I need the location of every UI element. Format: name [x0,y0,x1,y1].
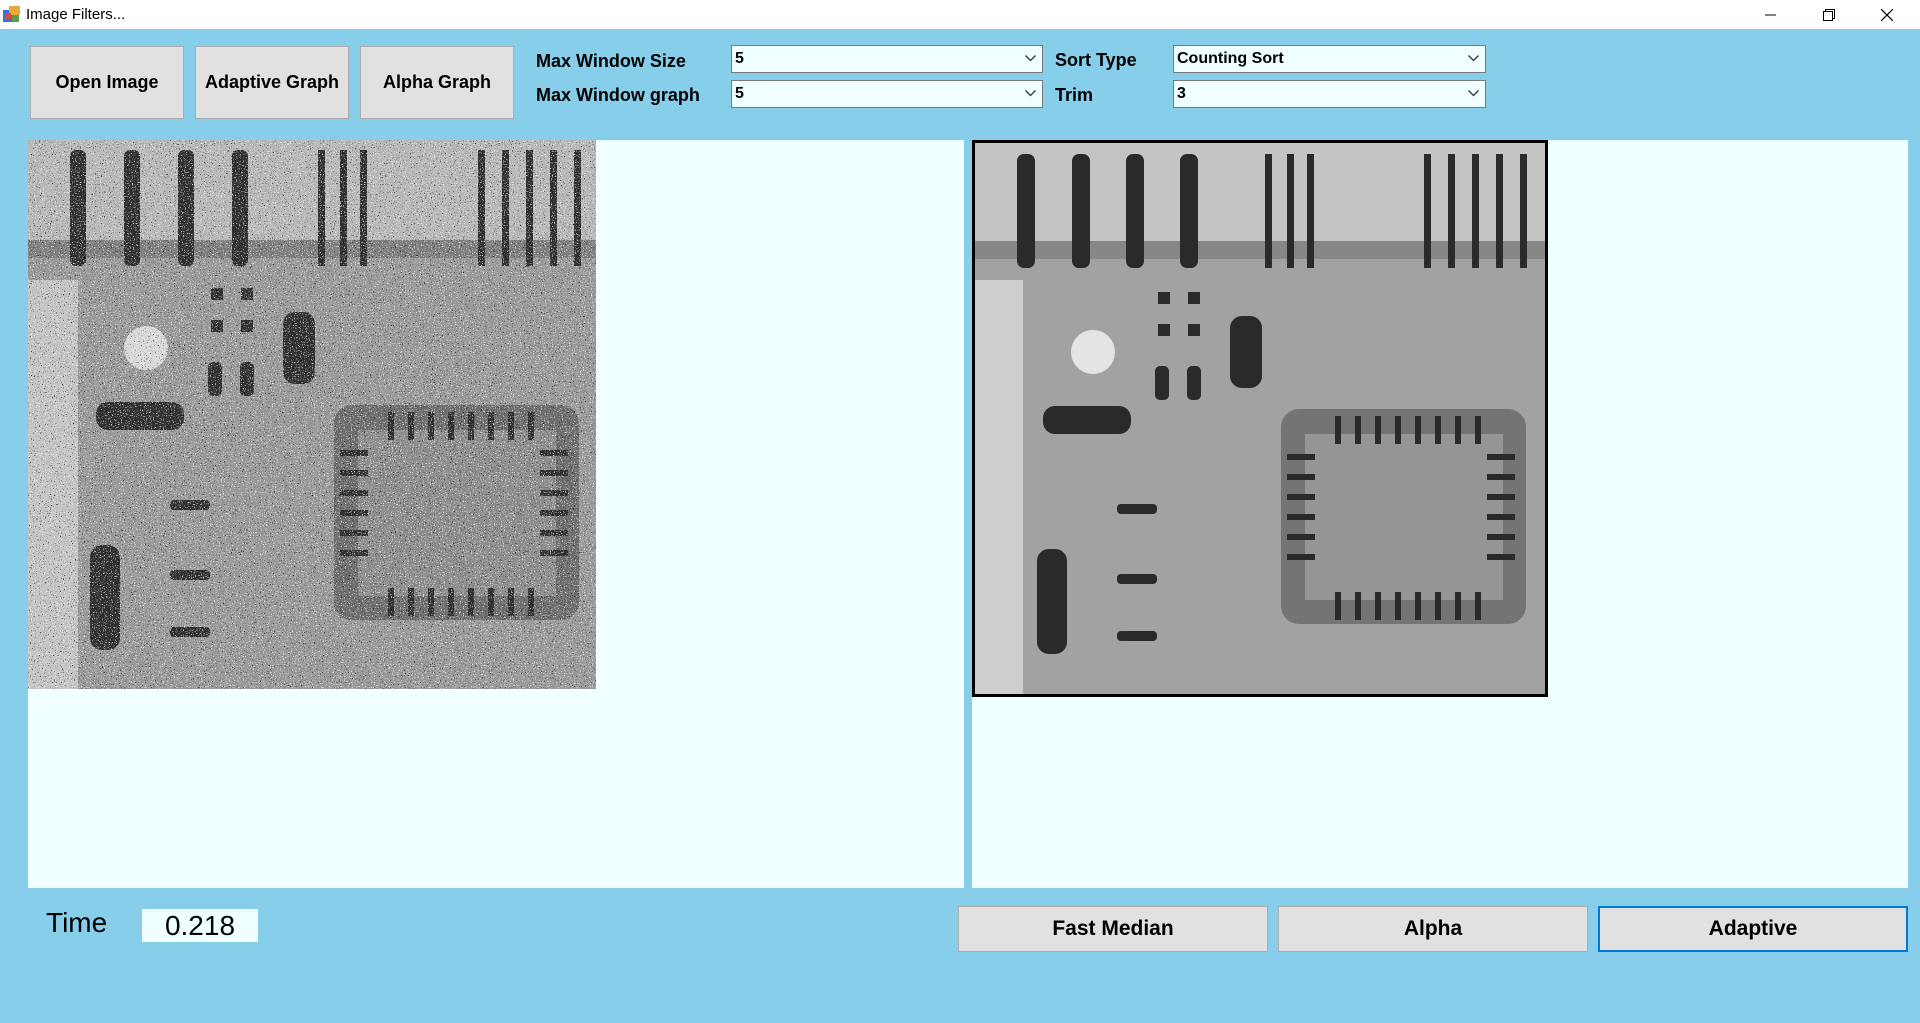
max-window-graph-value: 5 [735,85,744,102]
minimize-icon [1765,14,1776,15]
time-label: Time [46,907,108,938]
adaptive-graph-button[interactable]: Adaptive Graph [195,46,349,119]
trim-select[interactable]: 3 [1173,80,1486,108]
minimize-button[interactable] [1742,0,1800,29]
chevron-down-icon [1468,90,1479,97]
sort-type-select[interactable]: Counting Sort [1173,45,1486,73]
max-window-size-label: Max Window Size [536,51,686,71]
trim-label: Trim [1055,85,1094,105]
open-image-button[interactable]: Open Image [30,46,184,119]
filtered-image-panel [972,140,1908,888]
original-image [28,140,596,689]
alpha-graph-button[interactable]: Alpha Graph [360,46,514,119]
chevron-down-icon [1025,90,1036,97]
close-icon [1881,8,1893,21]
client-area: Open Image Adaptive Graph Alpha Graph Ma… [0,29,1920,1023]
alpha-button[interactable]: Alpha [1278,906,1588,952]
adaptive-button[interactable]: Adaptive [1598,906,1908,952]
trim-value: 3 [1177,85,1186,102]
window-title: Image Filters... [26,6,126,23]
sort-type-label: Sort Type [1055,50,1137,70]
app-icon [3,6,20,22]
max-window-graph-select[interactable]: 5 [731,80,1043,108]
sort-type-value: Counting Sort [1177,50,1284,67]
restore-icon [1823,8,1835,21]
chevron-down-icon [1468,55,1479,62]
max-window-graph-label: Max Window graph [536,85,700,105]
close-button[interactable] [1858,0,1916,29]
filtered-image [972,140,1548,697]
original-image-panel [28,140,964,888]
title-bar: Image Filters... [0,0,1920,29]
restore-button[interactable] [1800,0,1858,29]
chevron-down-icon [1025,55,1036,62]
max-window-size-select[interactable]: 5 [731,45,1043,73]
time-value: 0.218 [142,909,258,942]
fast-median-button[interactable]: Fast Median [958,906,1268,952]
max-window-size-value: 5 [735,50,744,67]
